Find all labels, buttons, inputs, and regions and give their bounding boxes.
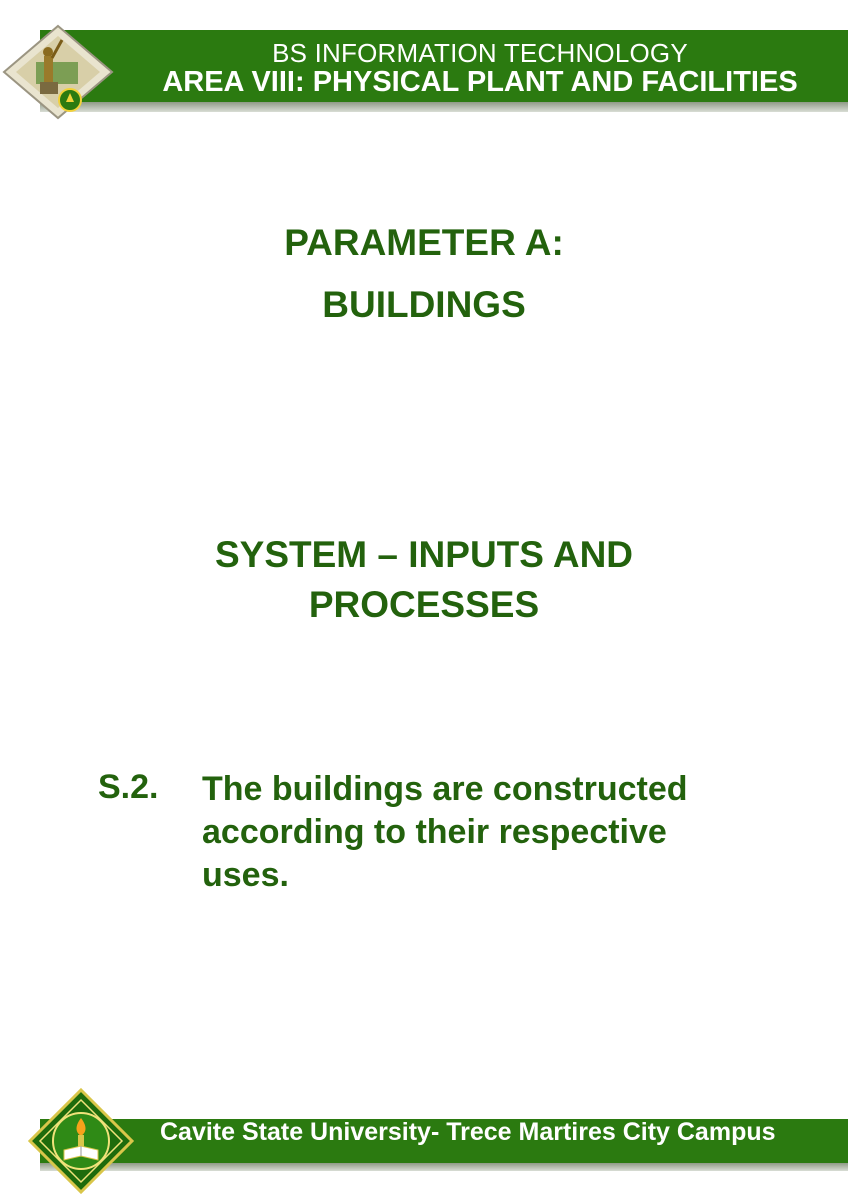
parameter-title: PARAMETER A: [284,222,564,263]
university-seal-icon [28,1088,134,1194]
header-program: BS INFORMATION TECHNOLOGY [272,38,688,68]
header-shadow [40,102,848,112]
parameter-subtitle: BUILDINGS [322,284,526,325]
footer-shadow [40,1163,848,1171]
header-area: AREA VIII: PHYSICAL PLANT AND FACILITIES [162,66,798,98]
section-title-line1: SYSTEM – INPUTS AND [214,534,634,575]
criterion-text: The buildings are constructed according … [202,770,688,894]
footer-campus: Cavite State University- Trece Martires … [160,1118,776,1146]
criterion-number: S.2. [98,768,159,806]
statue-emblem-icon [2,24,114,120]
section-title-line2: PROCESSES [308,584,540,625]
